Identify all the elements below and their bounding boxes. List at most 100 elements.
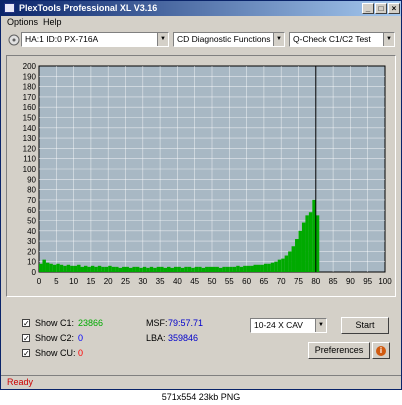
window-title: PlexTools Professional XL V3.16 xyxy=(19,3,158,13)
y-tick-label: 190 xyxy=(23,72,37,81)
app-window: PlexTools Professional XL V3.16 _ □ × Op… xyxy=(0,0,402,390)
show-c2-label: Show C2: xyxy=(35,333,75,343)
chevron-down-icon[interactable]: ▼ xyxy=(315,319,326,332)
c1-bar xyxy=(87,266,91,272)
c1-bar xyxy=(312,199,316,272)
c1-bar xyxy=(208,266,212,272)
c1-bar xyxy=(167,266,171,272)
c1-bar xyxy=(77,264,81,272)
x-tick-label: 95 xyxy=(363,277,372,286)
c1-bar xyxy=(56,263,60,272)
c1-bar xyxy=(139,267,143,272)
results-panel: ✓ Show C1: 23866 ✓ Show C2: 0 ✓ Show CU:… xyxy=(6,311,396,365)
c1-bar xyxy=(274,261,278,272)
drive-select-value: HA:1 ID:0 PX-716A xyxy=(25,34,99,44)
c1-bar xyxy=(128,267,133,272)
y-tick-label: 70 xyxy=(27,196,36,205)
c1-bar xyxy=(73,265,78,272)
c1-bar xyxy=(115,266,119,272)
close-button[interactable]: × xyxy=(388,3,400,14)
x-tick-label: 60 xyxy=(242,277,251,286)
maximize-button[interactable]: □ xyxy=(375,3,387,14)
x-tick-label: 20 xyxy=(104,277,113,286)
toolbar: HA:1 ID:0 PX-716A ▼ CD Diagnostic Functi… xyxy=(1,30,401,52)
x-tick-label: 80 xyxy=(311,277,320,286)
c1-bar xyxy=(284,255,289,272)
c1-bar xyxy=(142,266,147,272)
c1-bar xyxy=(253,264,257,272)
c1-bar xyxy=(281,258,285,272)
x-tick-label: 55 xyxy=(225,277,234,286)
c1-bar xyxy=(163,267,168,272)
menu-bar: Options Help xyxy=(1,16,401,29)
y-tick-label: 180 xyxy=(23,83,37,92)
speed-select[interactable]: 10-24 X CAV ▼ xyxy=(250,318,327,333)
c1-bar xyxy=(49,263,53,272)
drive-select[interactable]: HA:1 ID:0 PX-716A ▼ xyxy=(21,32,169,47)
chevron-down-icon[interactable]: ▼ xyxy=(383,33,394,46)
menu-help[interactable]: Help xyxy=(43,16,62,29)
chevron-down-icon[interactable]: ▼ xyxy=(157,33,168,46)
c1-bar xyxy=(229,266,233,272)
c1-bar xyxy=(301,222,306,272)
y-tick-label: 160 xyxy=(23,103,37,112)
y-tick-label: 140 xyxy=(23,124,37,133)
c1-bar xyxy=(267,263,271,272)
c1-bar xyxy=(104,266,109,272)
c1-bar xyxy=(308,212,313,272)
test-select[interactable]: Q-Check C1/C2 Test ▼ xyxy=(289,32,395,47)
show-c1-checkbox[interactable]: ✓ xyxy=(22,319,30,328)
c1-bar xyxy=(153,267,157,272)
preferences-button[interactable]: Preferences xyxy=(308,342,370,359)
c1-bar xyxy=(122,266,126,272)
x-tick-label: 70 xyxy=(277,277,286,286)
c1-bar xyxy=(218,267,223,272)
y-tick-label: 170 xyxy=(23,93,37,102)
menu-options[interactable]: Options xyxy=(7,16,38,29)
c1-bar xyxy=(256,264,261,272)
status-bar: Ready xyxy=(1,375,401,389)
c1-bar xyxy=(225,266,230,272)
chevron-down-icon[interactable]: ▼ xyxy=(273,33,284,46)
function-select[interactable]: CD Diagnostic Functions ▼ xyxy=(173,32,285,47)
y-tick-label: 20 xyxy=(27,247,36,256)
x-tick-label: 35 xyxy=(156,277,165,286)
x-tick-label: 65 xyxy=(259,277,268,286)
c1-count: 23866 xyxy=(78,318,104,328)
y-tick-label: 10 xyxy=(27,258,36,267)
x-tick-label: 40 xyxy=(173,277,182,286)
y-tick-label: 120 xyxy=(23,144,37,153)
c1-bar xyxy=(70,265,74,272)
c1-bar xyxy=(177,266,181,272)
x-tick-label: 100 xyxy=(378,277,392,286)
show-c2-checkbox[interactable]: ✓ xyxy=(22,334,30,343)
error-rate-chart: 0102030405060708090100110120130140150160… xyxy=(23,62,393,286)
c1-bar xyxy=(236,265,240,272)
y-tick-label: 150 xyxy=(23,114,37,123)
c1-bar xyxy=(246,265,251,272)
y-tick-label: 0 xyxy=(32,268,37,277)
lba-value: 359846 xyxy=(168,333,199,343)
c1-bar xyxy=(125,266,129,272)
c1-bar xyxy=(132,266,136,272)
c1-bar xyxy=(149,266,154,272)
c1-bar xyxy=(156,266,161,272)
c1-bar xyxy=(170,267,174,272)
c1-bar xyxy=(80,266,84,272)
msf-label: MSF: xyxy=(146,318,168,328)
y-tick-label: 80 xyxy=(27,186,36,195)
x-tick-label: 25 xyxy=(121,277,130,286)
start-button[interactable]: Start xyxy=(341,317,389,334)
y-tick-label: 110 xyxy=(23,155,36,164)
y-tick-label: 30 xyxy=(27,237,36,246)
info-button[interactable]: i xyxy=(372,342,390,359)
x-tick-label: 10 xyxy=(69,277,78,286)
c1-bar xyxy=(97,265,102,272)
c1-bar xyxy=(180,267,185,272)
x-tick-label: 5 xyxy=(54,277,59,286)
minimize-button[interactable]: _ xyxy=(362,3,374,14)
c1-bar xyxy=(45,262,50,272)
c2-count: 0 xyxy=(78,333,84,343)
show-cu-checkbox[interactable]: ✓ xyxy=(22,349,30,358)
c1-bar xyxy=(173,266,178,272)
